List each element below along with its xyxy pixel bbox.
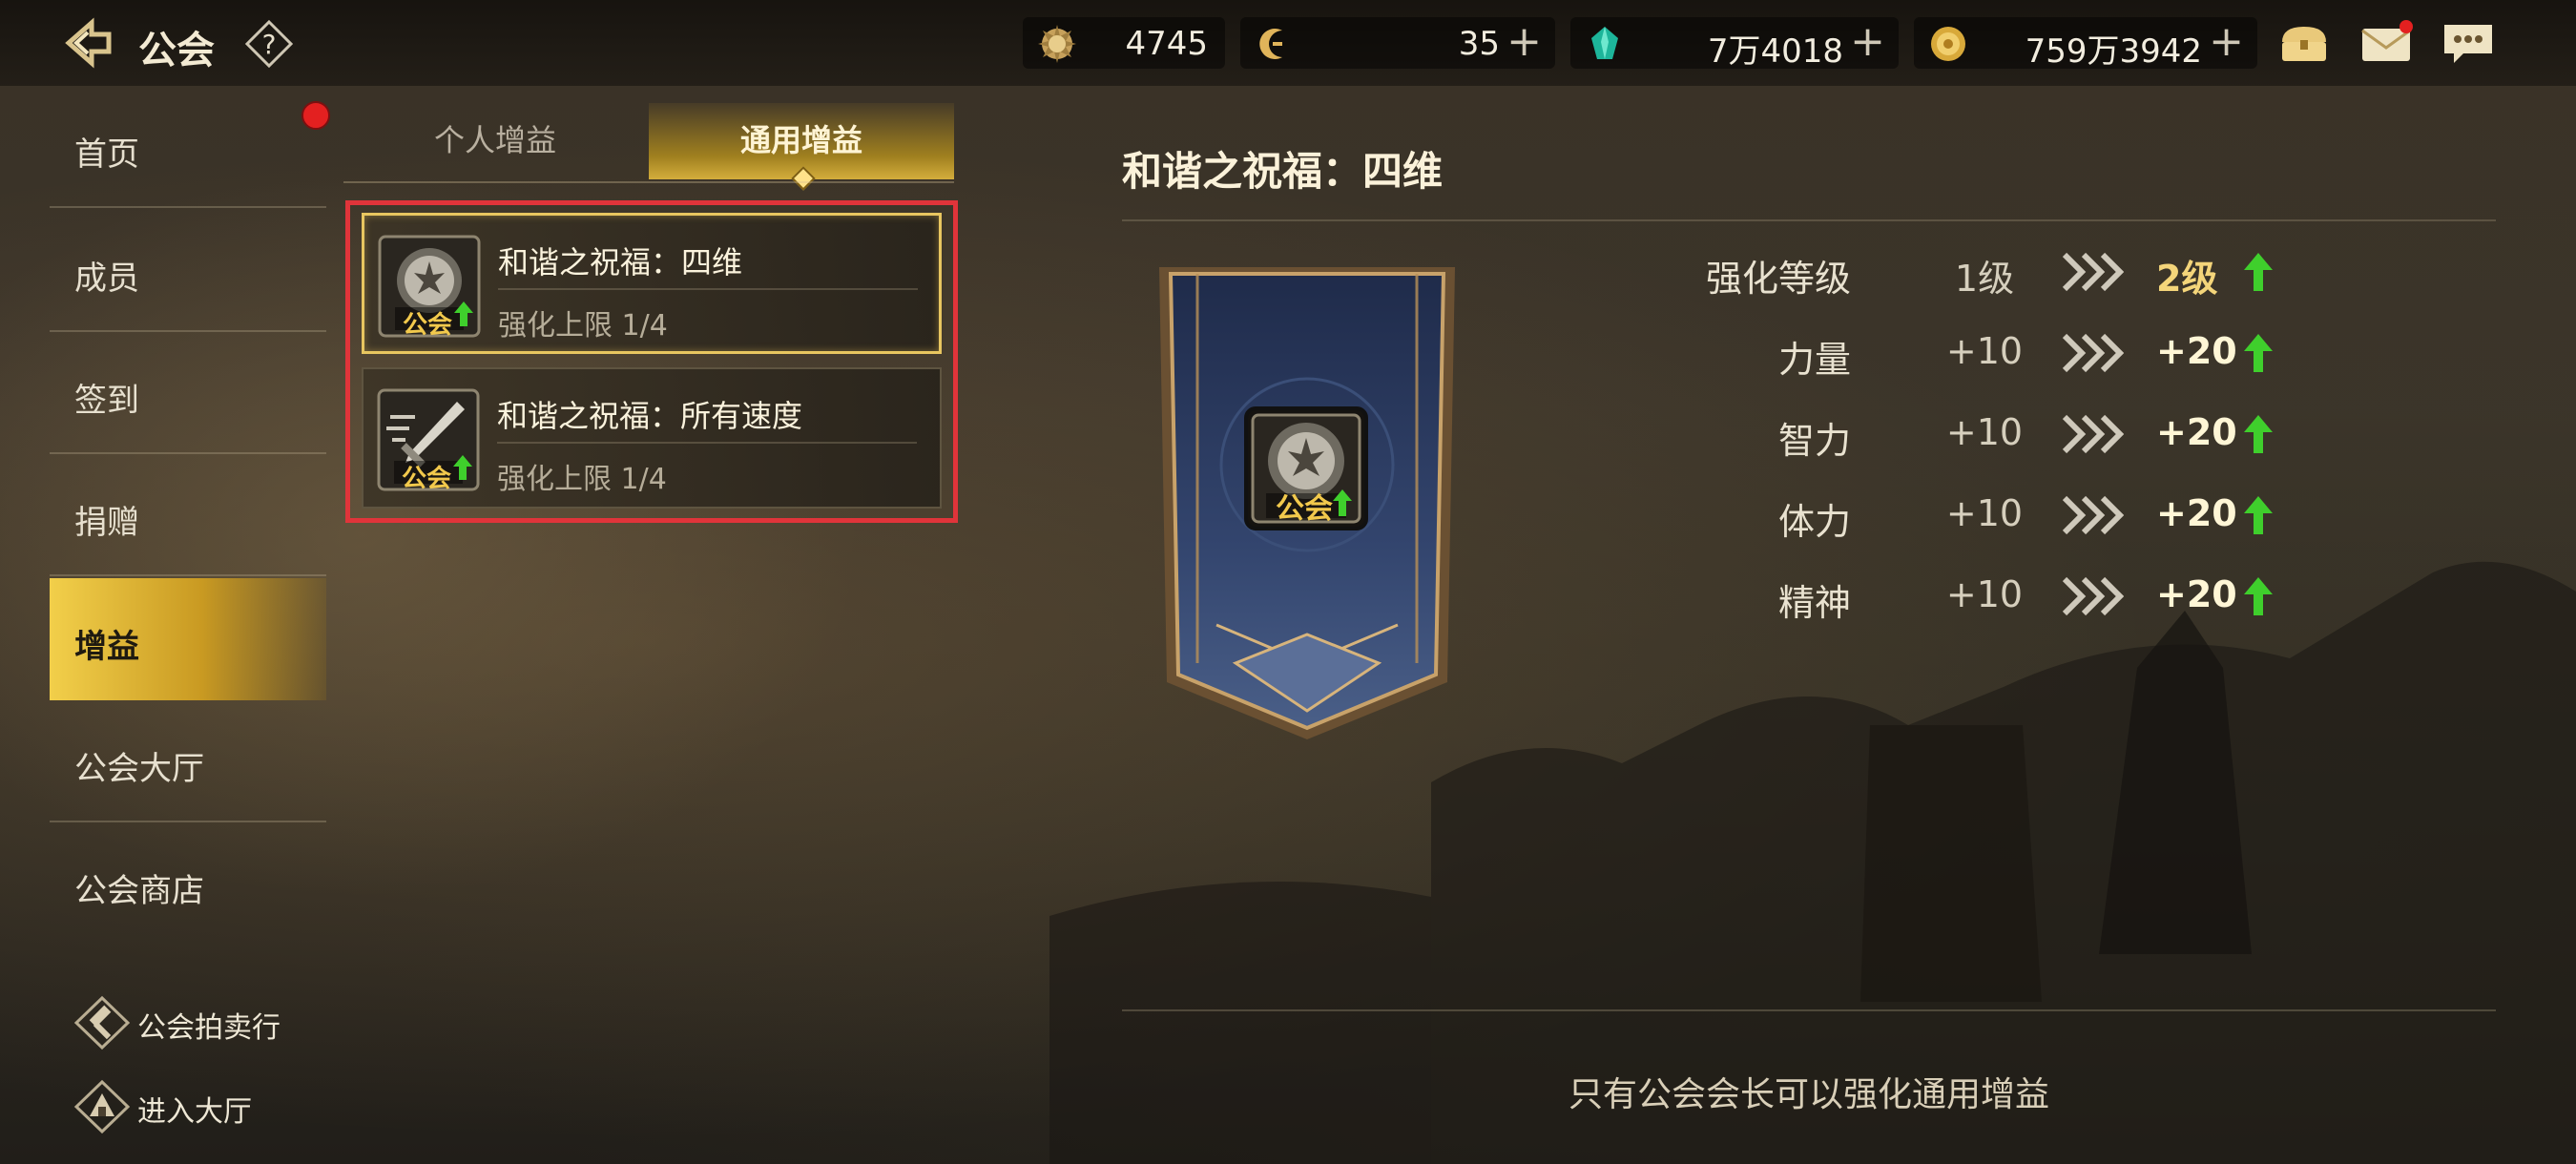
question-icon[interactable]: ? <box>244 19 294 69</box>
green-up-arrow-icon <box>2244 577 2273 615</box>
svg-text:?: ? <box>262 29 277 60</box>
sidebar-item-label: 成员 <box>74 260 139 298</box>
buff-title: 和谐之祝福：四维 <box>498 244 743 281</box>
resource-value: 7万4018 <box>1707 32 1843 71</box>
divider <box>1122 219 2496 221</box>
stat-current: +10 <box>1945 330 2024 372</box>
stat-current: +10 <box>1945 573 2024 615</box>
double-chevron-icon <box>2062 495 2124 535</box>
resource-guild-contribution: 4745 <box>1023 17 1225 69</box>
leader-only-notice: 只有公会会长可以强化通用增益 <box>1568 1075 2049 1114</box>
stat-row-spirit: 精神 +10 +20 <box>1641 568 2290 625</box>
resource-crescent-currency: 35 + <box>1240 17 1555 69</box>
resource-value: 35 <box>1458 25 1500 63</box>
green-up-arrow-icon <box>2244 253 2273 291</box>
resource-value: 759万3942 <box>2025 32 2202 71</box>
gold-coin-icon <box>1931 27 1965 61</box>
tab-label: 个人增益 <box>433 122 556 158</box>
add-crescent-button[interactable]: + <box>1506 21 1542 63</box>
double-chevron-icon <box>2062 252 2124 292</box>
add-gold-button[interactable]: + <box>2209 21 2244 63</box>
green-up-arrow-icon <box>2244 415 2273 453</box>
stat-name: 强化等级 <box>1705 258 1851 300</box>
mail-icon[interactable] <box>2358 17 2414 69</box>
sidebar-item-label: 首页 <box>74 135 139 174</box>
buff-title: 和谐之祝福：所有速度 <box>497 398 803 434</box>
treasure-chest-icon[interactable] <box>2276 17 2332 69</box>
back-arrow-icon[interactable] <box>59 17 116 69</box>
resource-diamond: 7万4018 + <box>1570 17 1899 71</box>
sidebar-item-label: 公会大厅 <box>74 750 204 788</box>
divider <box>50 574 326 576</box>
divider <box>498 288 918 290</box>
divider <box>497 442 917 444</box>
double-chevron-icon <box>2062 414 2124 454</box>
top-bar: 公会 ? 4745 35 + 7万4018 + 759万3942 + <box>0 0 2576 86</box>
page-title: 公会 <box>138 29 215 73</box>
enter-hall-label: 进入大厅 <box>137 1095 252 1129</box>
sun-medal-icon <box>1038 25 1076 63</box>
resource-value: 4745 <box>1125 25 1208 63</box>
tab-divider <box>343 181 954 183</box>
stat-current: +10 <box>1945 492 2024 534</box>
buff-card-all-speed[interactable]: 公会 和谐之祝福：所有速度 强化上限 1/4 <box>362 367 942 509</box>
stat-row-strength: 力量 +10 +20 <box>1641 324 2290 382</box>
stat-current: 1级 <box>1954 258 2015 300</box>
guild-auction-label: 公会拍卖行 <box>137 1011 280 1045</box>
stat-next: 2级 <box>2156 258 2218 300</box>
sidebar-item-label: 增益 <box>74 628 139 666</box>
icon-badge-text: 公会 <box>1276 492 1333 526</box>
sidebar-item-members[interactable]: 成员 <box>50 210 326 332</box>
sidebar-item-buffs[interactable]: 增益 <box>50 578 326 700</box>
tab-label: 通用增益 <box>739 122 862 158</box>
crescent-coin-icon <box>1259 29 1282 59</box>
stat-name: 精神 <box>1777 582 1851 624</box>
buff-list: 公会 和谐之祝福：四维 强化上限 1/4 公会 和谐之祝福：所有速度 强化上限 … <box>345 200 958 523</box>
double-chevron-icon <box>2062 333 2124 373</box>
buff-card-four-stats[interactable]: 公会 和谐之祝福：四维 强化上限 1/4 <box>362 213 942 354</box>
stat-next: +20 <box>2156 492 2237 534</box>
green-up-arrow-icon <box>2244 496 2273 534</box>
icon-badge-text: 公会 <box>403 311 453 340</box>
buff-detail-title: 和谐之祝福：四维 <box>1122 148 1444 195</box>
gavel-icon <box>73 995 131 1050</box>
sidebar-item-donate[interactable]: 捐赠 <box>50 454 326 576</box>
buff-limit: 强化上限 1/4 <box>497 463 667 496</box>
stat-row-intelligence: 智力 +10 +20 <box>1641 405 2290 463</box>
divider <box>50 206 326 208</box>
sidebar-item-checkin[interactable]: 签到 <box>50 332 326 454</box>
stat-name: 体力 <box>1777 501 1851 543</box>
sidebar-item-guild-shop[interactable]: 公会商店 <box>50 822 326 945</box>
chat-icon[interactable] <box>2441 17 2496 69</box>
double-chevron-icon <box>2062 576 2124 616</box>
add-diamond-button[interactable]: + <box>1850 21 1885 63</box>
notification-dot <box>301 101 330 130</box>
sidebar-item-guild-hall[interactable]: 公会大厅 <box>50 700 326 822</box>
divider <box>1122 1009 2496 1011</box>
sidebar-item-label: 公会商店 <box>74 872 204 910</box>
stat-next: +20 <box>2156 330 2237 372</box>
stat-next: +20 <box>2156 573 2237 615</box>
stat-name: 智力 <box>1777 420 1851 462</box>
stat-row-enhance-level: 强化等级 1级 2级 <box>1641 243 2290 301</box>
stat-row-stamina: 体力 +10 +20 <box>1641 487 2290 544</box>
hall-icon <box>73 1079 131 1134</box>
icon-badge-text: 公会 <box>402 465 452 493</box>
green-up-arrow-icon <box>2244 334 2273 372</box>
stat-name: 力量 <box>1777 339 1851 381</box>
sidebar-item-label: 捐赠 <box>74 504 139 542</box>
stat-next: +20 <box>2156 411 2237 453</box>
buff-limit: 强化上限 1/4 <box>498 309 668 343</box>
stat-current: +10 <box>1945 411 2024 453</box>
teal-gem-icon <box>1591 27 1618 59</box>
sidebar-item-label: 签到 <box>74 382 139 420</box>
sidebar-item-home[interactable]: 首页 <box>50 86 326 208</box>
tab-personal-buffs[interactable]: 个人增益 <box>343 103 647 179</box>
resource-gold: 759万3942 + <box>1914 17 2257 71</box>
